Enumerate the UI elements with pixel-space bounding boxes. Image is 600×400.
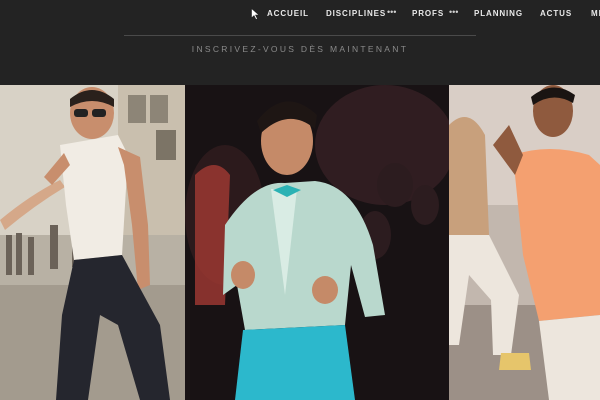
main-nav: ACCUEIL DISCIPLINES ••• PROFS ••• PLANNI… [0, 0, 600, 28]
dancers-orange-image [449, 85, 600, 400]
disciplines-submenu-icon[interactable]: ••• [387, 7, 396, 17]
nav-item-actus[interactable]: ACTUS [540, 9, 572, 18]
nav-item-profs[interactable]: PROFS [412, 9, 444, 18]
dancer-street-image [0, 85, 185, 400]
photo-dancers-orange[interactable] [449, 85, 600, 400]
nav-item-disciplines[interactable]: DISCIPLINES [326, 9, 386, 18]
header-divider [124, 35, 476, 36]
signup-link[interactable]: INSCRIVEZ-VOUS DÈS MAINTENANT [0, 44, 600, 54]
mouse-pointer-icon [251, 8, 260, 20]
dancer-suit-image [185, 85, 449, 400]
nav-item-planning[interactable]: PLANNING [474, 9, 523, 18]
nav-item-accueil[interactable]: ACCUEIL [267, 9, 309, 18]
profs-submenu-icon[interactable]: ••• [449, 7, 458, 17]
nav-item-more[interactable]: ME [591, 9, 600, 18]
teacher-gallery [0, 85, 600, 400]
site-header: ACCUEIL DISCIPLINES ••• PROFS ••• PLANNI… [0, 0, 600, 85]
photo-dancer-street[interactable] [0, 85, 185, 400]
photo-dancer-suit[interactable] [185, 85, 449, 400]
